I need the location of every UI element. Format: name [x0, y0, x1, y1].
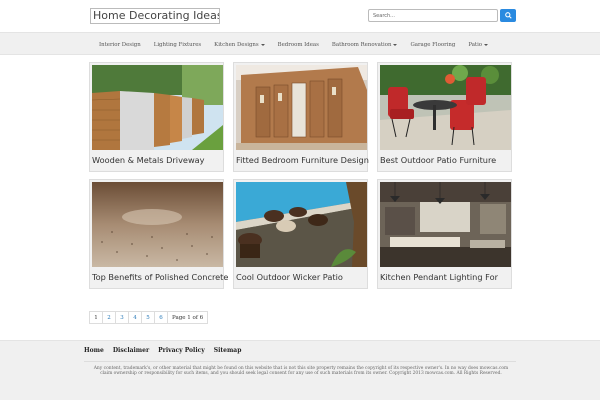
nav-item-label: Lighting Fixtures [153, 41, 202, 48]
post-card[interactable]: Kitchen Pendant Lighting For [377, 179, 512, 289]
post-title[interactable]: Cool Outdoor Wicker Patio [236, 272, 343, 282]
nav-item-label: Interior Design [99, 41, 141, 48]
post-card[interactable]: Fitted Bedroom Furniture Design [233, 62, 369, 172]
footer-divider [84, 361, 516, 362]
footer-links: Home Disclaimer Privacy Policy Sitemap [84, 347, 250, 354]
caret-down-icon [393, 43, 398, 46]
wardrobe-photo[interactable] [236, 65, 367, 150]
footer-link-home[interactable]: Home [84, 347, 104, 354]
main-navbar: Interior Design Lighting Fixtures Kitche… [0, 32, 600, 55]
post-card[interactable]: Wooden & Metals Driveway [89, 62, 224, 172]
page-link-2[interactable]: 2 [102, 311, 116, 324]
post-card[interactable]: Top Benefits of Polished Concrete [89, 179, 228, 289]
footer: Home Disclaimer Privacy Policy Sitemap A… [0, 340, 600, 400]
caret-down-icon [484, 43, 489, 46]
fence-photo[interactable] [92, 65, 223, 150]
post-card[interactable]: Cool Outdoor Wicker Patio [233, 179, 368, 289]
nav-item-label: Patio [468, 41, 483, 48]
search-input[interactable] [368, 9, 498, 22]
nav-item-bedroom-ideas[interactable]: Bedroom Ideas [278, 42, 319, 48]
footer-link-privacy-policy[interactable]: Privacy Policy [158, 347, 205, 354]
page-info: Page 1 of 6 [167, 311, 209, 324]
terrazzo-floor-photo[interactable] [92, 182, 223, 267]
page-link-5[interactable]: 5 [141, 311, 155, 324]
poolside-wicker-photo[interactable] [236, 182, 367, 267]
nav-list: Interior Design Lighting Fixtures Kitche… [99, 33, 501, 56]
page-link-3[interactable]: 3 [115, 311, 129, 324]
copyright-text: Any content, trademark's, or other mater… [93, 366, 509, 376]
nav-item-label: Bathroom Renovation [331, 41, 392, 48]
page-link-1[interactable]: 1 [89, 311, 103, 324]
nav-item-label: Garage Flooring [410, 41, 456, 48]
nav-item-lighting-fixtures[interactable]: Lighting Fixtures [154, 42, 201, 48]
page-link-6[interactable]: 6 [154, 311, 168, 324]
nav-item-garage-flooring[interactable]: Garage Flooring [410, 42, 455, 48]
nav-item-interior-design[interactable]: Interior Design [99, 42, 141, 48]
nav-item-bathroom-renovation[interactable]: Bathroom Renovation [332, 42, 398, 48]
caret-down-icon [260, 43, 265, 46]
nav-item-patio[interactable]: Patio [468, 41, 489, 48]
search-icon [504, 12, 512, 19]
post-title[interactable]: Best Outdoor Patio Furniture [380, 155, 496, 165]
site-title[interactable]: Home Decorating Ideas [90, 8, 220, 24]
search-button[interactable] [500, 9, 516, 22]
post-title[interactable]: Fitted Bedroom Furniture Design [236, 155, 369, 165]
nav-item-kitchen-designs[interactable]: Kitchen Designs [214, 41, 265, 48]
patio-chairs-photo[interactable] [380, 65, 511, 150]
footer-link-disclaimer[interactable]: Disclaimer [113, 347, 149, 354]
page-link-4[interactable]: 4 [128, 311, 142, 324]
post-card[interactable]: Best Outdoor Patio Furniture [377, 62, 512, 172]
kitchen-pendant-photo[interactable] [380, 182, 511, 267]
nav-item-label: Kitchen Designs [214, 41, 259, 48]
post-title[interactable]: Wooden & Metals Driveway [92, 155, 205, 165]
footer-link-sitemap[interactable]: Sitemap [214, 347, 242, 354]
pagination: 1 2 3 4 5 6 Page 1 of 6 [89, 311, 209, 324]
post-title[interactable]: Kitchen Pendant Lighting For [380, 272, 498, 282]
post-title[interactable]: Top Benefits of Polished Concrete [92, 272, 228, 282]
nav-item-label: Bedroom Ideas [277, 41, 319, 48]
